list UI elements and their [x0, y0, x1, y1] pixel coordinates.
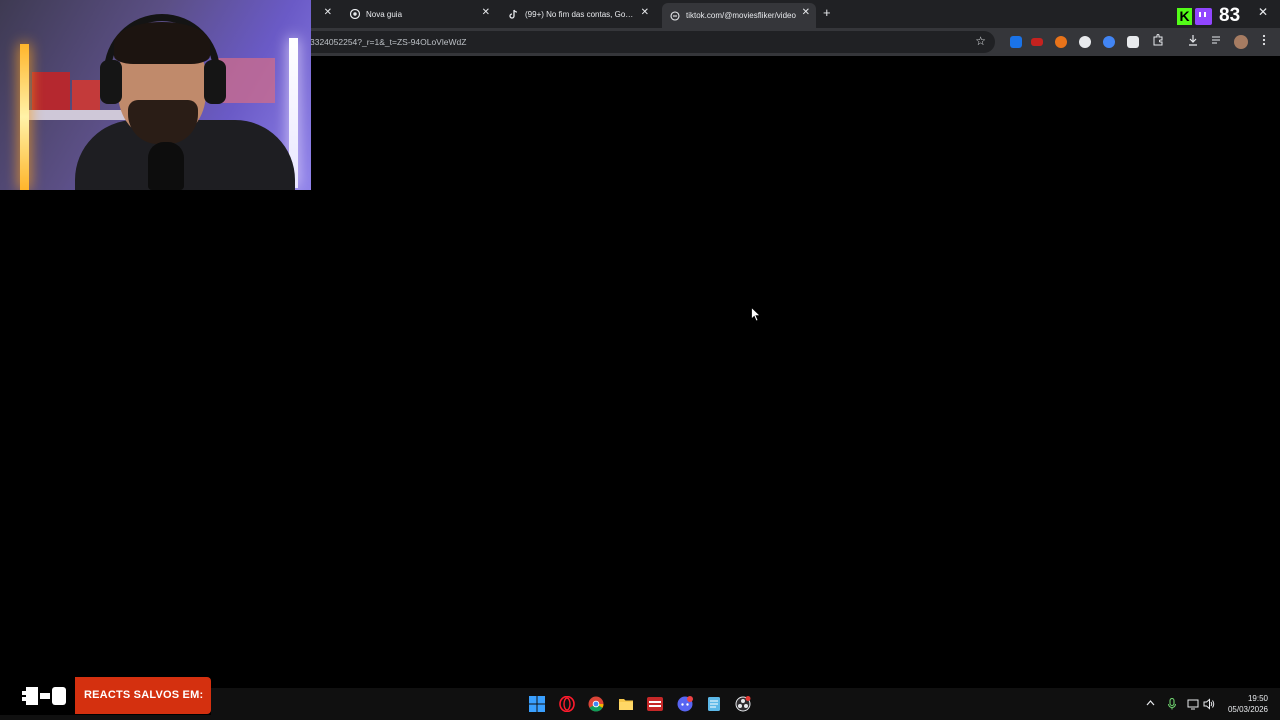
screen: ✕ Nova guia ✕ (99+) No fim das contas, G…: [0, 0, 1280, 720]
windows-start-icon[interactable]: [529, 696, 545, 712]
media-control-icon[interactable]: [1211, 34, 1223, 49]
viewer-count: 83: [1219, 5, 1241, 26]
close-tab-icon[interactable]: ✕: [324, 7, 332, 18]
stream-viewer-counter: K 83: [1177, 5, 1240, 27]
menu-kebab-icon[interactable]: [1262, 34, 1266, 49]
chrome-icon: [350, 9, 360, 19]
channel-logo-icon: [22, 687, 66, 705]
profile-avatar[interactable]: [1234, 35, 1248, 49]
extension-icon[interactable]: [1010, 36, 1022, 48]
window-close-button[interactable]: ✕: [1258, 5, 1268, 19]
extension-icon[interactable]: [1127, 36, 1139, 48]
volume-icon[interactable]: [1203, 698, 1215, 710]
extension-icon[interactable]: [1055, 36, 1067, 48]
extension-icon[interactable]: [1031, 38, 1043, 46]
app-icon[interactable]: [647, 696, 663, 712]
webcam-overlay: [0, 0, 311, 190]
address-bar[interactable]: 3324052254?_r=1&_t=ZS-94OLoVleWdZ ☆: [300, 31, 995, 53]
file-explorer-icon[interactable]: [618, 696, 634, 712]
tiktok-icon: [509, 9, 519, 19]
extensions-puzzle-icon[interactable]: [1152, 34, 1164, 49]
twitch-icon: [1195, 7, 1212, 25]
tab-title: (99+) No fim das contas, Goku é: [525, 9, 635, 19]
opera-icon[interactable]: [559, 696, 575, 712]
new-tab-button[interactable]: +: [823, 5, 831, 20]
tab-partial[interactable]: ✕: [318, 3, 338, 25]
discord-icon[interactable]: [677, 696, 693, 712]
chrome-icon[interactable]: [588, 696, 604, 712]
network-icon[interactable]: [1187, 698, 1199, 710]
clock-time: 19:50: [1247, 694, 1268, 703]
system-clock[interactable]: 19:50 05/03/2026: [1224, 693, 1268, 715]
tab-goku[interactable]: (99+) No fim das contas, Goku é ✕: [503, 3, 655, 25]
bookmark-star-icon[interactable]: ☆: [975, 34, 986, 48]
close-tab-icon[interactable]: ✕: [641, 7, 649, 18]
kick-icon: K: [1177, 7, 1192, 25]
mouse-cursor-icon: [751, 307, 761, 322]
tab-nova-guia[interactable]: Nova guia ✕: [344, 3, 496, 25]
microphone-icon[interactable]: [1168, 698, 1176, 710]
chevron-up-icon[interactable]: [1146, 700, 1155, 706]
tab-tiktok-video[interactable]: tiktok.com/@moviesfliker/video ✕: [662, 3, 816, 28]
download-icon[interactable]: [1187, 34, 1199, 49]
microphone: [148, 142, 184, 190]
link-icon: [670, 10, 680, 21]
extension-icon[interactable]: [1103, 36, 1115, 48]
tab-title: Nova guia: [366, 9, 403, 19]
led-light-left: [20, 44, 29, 190]
banner-text: REACTS SALVOS EM:: [84, 689, 204, 701]
clock-date: 05/03/2026: [1227, 705, 1268, 714]
close-tab-icon[interactable]: ✕: [802, 7, 810, 18]
close-tab-icon[interactable]: ✕: [482, 7, 490, 18]
extension-icon[interactable]: [1079, 36, 1091, 48]
obs-icon[interactable]: [735, 696, 751, 712]
url-text: 3324052254?_r=1&_t=ZS-94OLoVleWdZ: [310, 37, 467, 47]
notepad-icon[interactable]: [706, 696, 722, 712]
tab-title: tiktok.com/@moviesfliker/video: [686, 11, 796, 20]
